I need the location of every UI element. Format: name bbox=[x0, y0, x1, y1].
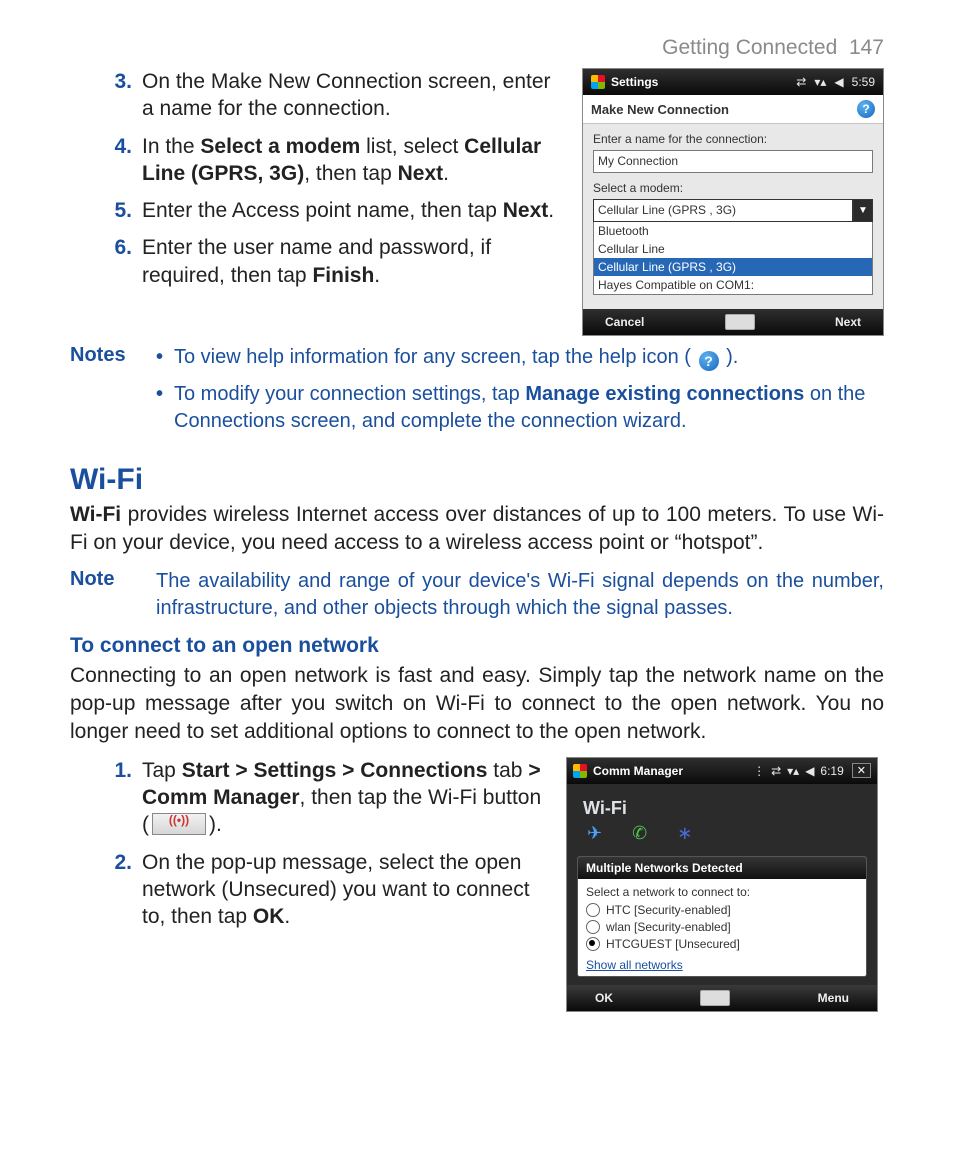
step-text: Enter the Access point name, then tap Ne… bbox=[142, 197, 564, 224]
volume-icon: ◀ bbox=[805, 764, 814, 778]
toggle-row: ✈ ✆ ∗ bbox=[567, 821, 877, 852]
network-name: HTCGUEST [Unsecured] bbox=[606, 937, 740, 951]
step-item: 5. Enter the Access point name, then tap … bbox=[104, 197, 564, 224]
steps-list-wifi: 1.Tap Start > Settings > Connections tab… bbox=[70, 757, 548, 931]
step-number: 6. bbox=[104, 234, 132, 289]
select-modem-dropdown-button[interactable]: ▼ bbox=[853, 199, 873, 222]
screen-title-bar: Make New Connection ? bbox=[583, 95, 883, 124]
modem-option[interactable]: Bluetooth bbox=[594, 222, 872, 240]
label-connection-name: Enter a name for the connection: bbox=[593, 132, 873, 146]
network-option[interactable]: HTC [Security-enabled] bbox=[586, 903, 858, 917]
notes-item: To view help information for any screen,… bbox=[174, 344, 884, 371]
start-icon[interactable] bbox=[573, 764, 587, 778]
select-modem[interactable]: Cellular Line (GPRS , 3G) bbox=[593, 199, 853, 222]
modem-dropdown-list[interactable]: BluetoothCellular LineCellular Line (GPR… bbox=[593, 222, 873, 295]
next-button[interactable]: Next bbox=[835, 315, 861, 329]
step-text: On the Make New Connection screen, enter… bbox=[142, 68, 564, 123]
clock: 6:19 bbox=[820, 764, 843, 778]
volume-icon: ◀ bbox=[834, 75, 843, 89]
notes-block: Notes • To view help information for any… bbox=[70, 344, 884, 435]
sync-icon: ⇄ bbox=[796, 75, 806, 89]
step-item: 4.In the Select a modem list, select Cel… bbox=[104, 133, 564, 188]
wifi-status-icon: ⋮ bbox=[753, 764, 765, 778]
step-number: 3. bbox=[104, 68, 132, 123]
step-number: 2. bbox=[104, 849, 132, 931]
modem-option[interactable]: Cellular Line bbox=[594, 240, 872, 258]
screenshot-comm-manager: Comm Manager ⋮ ⇄ ▾▴ ◀ 6:19 ✕ Wi-Fi ✈ ✆ ∗… bbox=[566, 757, 878, 1012]
section-label-wifi: Wi-Fi bbox=[567, 784, 877, 821]
network-name: HTC [Security-enabled] bbox=[606, 903, 731, 917]
popup-title: Multiple Networks Detected bbox=[578, 857, 866, 879]
softkey-bar: OK Menu bbox=[567, 985, 877, 1011]
step-text: Tap Start > Settings > Connections tab >… bbox=[142, 757, 548, 839]
wifi-button-icon bbox=[152, 813, 206, 835]
step-number: 1. bbox=[104, 757, 132, 839]
steps-list-top: 3.On the Make New Connection screen, ent… bbox=[70, 68, 564, 289]
sync-icon: ⇄ bbox=[771, 764, 781, 778]
step-item: 2.On the pop-up message, select the open… bbox=[104, 849, 548, 931]
wifi-intro: Wi-Fi provides wireless Internet access … bbox=[70, 501, 884, 558]
step-item: 3.On the Make New Connection screen, ent… bbox=[104, 68, 564, 123]
cancel-button[interactable]: Cancel bbox=[605, 315, 644, 329]
show-all-networks-link[interactable]: Show all networks bbox=[586, 958, 683, 972]
network-option[interactable]: wlan [Security-enabled] bbox=[586, 920, 858, 934]
network-name: wlan [Security-enabled] bbox=[606, 920, 731, 934]
page-number: 147 bbox=[849, 36, 884, 59]
bullet-icon: • bbox=[156, 381, 174, 435]
ok-button[interactable]: OK bbox=[595, 991, 613, 1005]
close-button[interactable]: ✕ bbox=[852, 763, 871, 778]
step-text: Enter the user name and password, if req… bbox=[142, 234, 564, 289]
keyboard-icon[interactable] bbox=[725, 314, 755, 330]
screen-title: Make New Connection bbox=[591, 102, 729, 117]
menu-button[interactable]: Menu bbox=[818, 991, 849, 1005]
titlebar-title: Comm Manager bbox=[593, 764, 683, 778]
clock: 5:59 bbox=[852, 75, 875, 89]
page-header: Getting Connected 147 bbox=[70, 36, 884, 60]
titlebar: Settings ⇄ ▾▴ ◀ 5:59 bbox=[583, 69, 883, 95]
modem-option[interactable]: Hayes Compatible on COM1: bbox=[594, 276, 872, 294]
popup-label: Select a network to connect to: bbox=[586, 885, 858, 899]
help-icon[interactable]: ? bbox=[857, 100, 875, 118]
input-connection-name[interactable]: My Connection bbox=[593, 150, 873, 173]
step-text: On the pop-up message, select the open n… bbox=[142, 849, 548, 931]
signal-icon: ▾▴ bbox=[814, 75, 826, 89]
radio-icon[interactable] bbox=[586, 903, 600, 917]
bullet-icon: • bbox=[156, 344, 174, 371]
titlebar: Comm Manager ⋮ ⇄ ▾▴ ◀ 6:19 ✕ bbox=[567, 758, 877, 784]
step-item: 6.Enter the user name and password, if r… bbox=[104, 234, 564, 289]
step-text: In the Select a modem list, select Cellu… bbox=[142, 133, 564, 188]
note-text: The availability and range of your devic… bbox=[156, 568, 884, 622]
radio-icon[interactable] bbox=[586, 937, 600, 951]
section-name: Getting Connected bbox=[662, 36, 837, 59]
open-network-intro: Connecting to an open network is fast an… bbox=[70, 662, 884, 747]
network-option[interactable]: HTCGUEST [Unsecured] bbox=[586, 937, 858, 951]
softkey-bar: Cancel Next bbox=[583, 309, 883, 335]
wifi-note: Note The availability and range of your … bbox=[70, 568, 884, 622]
help-icon-inline: ? bbox=[699, 351, 719, 371]
note-label: Note bbox=[70, 568, 156, 622]
keyboard-icon[interactable] bbox=[700, 990, 730, 1006]
notes-item: To modify your connection settings, tap … bbox=[174, 381, 884, 435]
label-select-modem: Select a modem: bbox=[593, 181, 873, 195]
titlebar-title: Settings bbox=[611, 75, 658, 89]
phone-icon[interactable]: ✆ bbox=[632, 823, 647, 844]
radio-icon[interactable] bbox=[586, 920, 600, 934]
signal-icon: ▾▴ bbox=[787, 764, 799, 778]
networks-popup: Multiple Networks Detected Select a netw… bbox=[577, 856, 867, 977]
start-icon[interactable] bbox=[591, 75, 605, 89]
notes-label: Notes bbox=[70, 344, 156, 435]
step-number: 5. bbox=[104, 197, 132, 224]
screenshot-settings: Settings ⇄ ▾▴ ◀ 5:59 Make New Connection… bbox=[582, 68, 884, 336]
step-number: 4. bbox=[104, 133, 132, 188]
bluetooth-icon[interactable]: ∗ bbox=[677, 823, 692, 844]
step-item: 1.Tap Start > Settings > Connections tab… bbox=[104, 757, 548, 839]
modem-option[interactable]: Cellular Line (GPRS , 3G) bbox=[594, 258, 872, 276]
heading-wifi: Wi-Fi bbox=[70, 463, 884, 497]
flight-mode-icon[interactable]: ✈ bbox=[587, 823, 602, 844]
subheading-open-network: To connect to an open network bbox=[70, 634, 884, 658]
